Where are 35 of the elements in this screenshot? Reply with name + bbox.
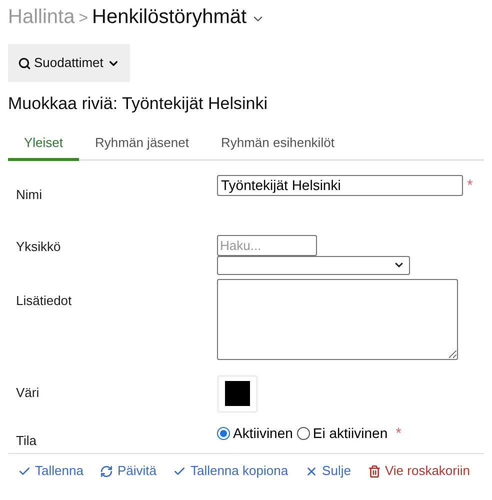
form-heading: Muokkaa riviä: Työntekijät Helsinki	[7, 93, 269, 115]
unit-select[interactable]	[217, 256, 410, 274]
trash-icon	[368, 464, 381, 478]
tab[interactable]: Ryhmän esihenkilöt	[204, 128, 350, 160]
field-label: Yksikkö	[16, 238, 61, 254]
action-button[interactable]: Vie roskakoriin	[368, 461, 470, 481]
action-button[interactable]: Sulje	[305, 461, 351, 481]
check-icon	[173, 464, 186, 478]
required-mark: *	[396, 424, 402, 444]
field-label: Väri	[16, 384, 40, 400]
action-button[interactable]: Tallenna	[18, 461, 84, 481]
breadcrumb-link[interactable]: Hallinta	[8, 2, 75, 32]
radio-label: Ei aktiivinen	[312, 424, 388, 442]
search-field[interactable]: Haku...	[217, 234, 317, 256]
tab[interactable]: Yleiset	[8, 128, 80, 160]
action-button[interactable]: Tallenna kopiona	[173, 461, 288, 481]
radio-button[interactable]	[217, 426, 230, 440]
action-button[interactable]: Päivitä	[100, 461, 156, 481]
breadcrumb-separator: >	[78, 9, 88, 29]
radio-label: Aktiivinen	[233, 424, 293, 442]
radio-button[interactable]	[296, 426, 310, 440]
field-label: Lisätiedot	[16, 292, 72, 308]
page-title: Henkilöstöryhmät	[92, 5, 247, 30]
search-icon	[18, 56, 31, 70]
field-label: Nimi	[16, 186, 42, 202]
filter-button[interactable]: Suodattimet	[8, 44, 130, 82]
refresh-icon	[100, 464, 114, 478]
close-icon	[305, 464, 318, 478]
details-textarea[interactable]	[217, 278, 458, 360]
color-picker[interactable]	[217, 374, 258, 412]
check-icon	[18, 464, 31, 478]
name-field[interactable]: Työntekijät Helsinki	[217, 174, 463, 196]
required-mark: *	[467, 176, 473, 196]
tab[interactable]: Ryhmän jäsenet	[79, 128, 205, 160]
field-label: Tila	[16, 432, 36, 448]
